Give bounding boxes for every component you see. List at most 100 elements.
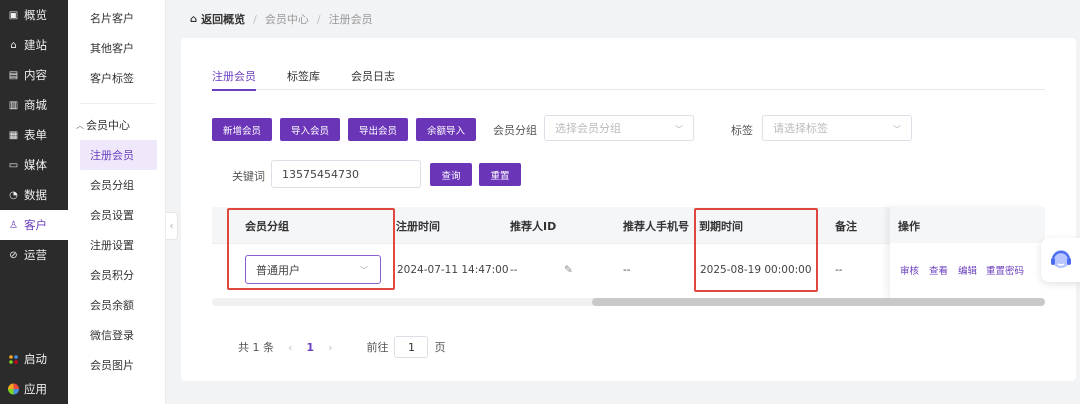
subnav-item-member-groups[interactable]: 会员分组 — [68, 170, 165, 200]
nav-item-label: 概览 — [24, 8, 47, 22]
home-icon: ⌂ — [190, 13, 198, 25]
nav-item-label: 建站 — [24, 38, 47, 52]
cell-referrer-phone: -- — [623, 264, 631, 276]
highlight-box-group — [227, 208, 395, 290]
nav-item-media[interactable]: ▭ 媒体 — [0, 150, 68, 180]
nav-item-launch[interactable]: 启动 — [0, 344, 68, 374]
nav-item-apps[interactable]: 应用 — [0, 374, 68, 404]
cell-remark: -- — [835, 264, 843, 276]
nav-item-form[interactable]: ▦ 表单 — [0, 120, 68, 150]
members-table: 会员分组 注册时间 推荐人ID 推荐人手机号 到期时间 备注 普通用户 ﹀ 20… — [212, 207, 1045, 298]
tab-tag-library[interactable]: 标签库 — [287, 68, 320, 90]
launch-icon — [8, 354, 19, 365]
tag-select[interactable]: 请选择标签 ﹀ — [762, 115, 912, 141]
import-member-button[interactable]: 导入会员 — [280, 118, 340, 141]
subnav-item-card-customer[interactable]: 名片客户 — [68, 3, 165, 33]
column-header-remark: 备注 — [835, 220, 857, 233]
breadcrumb-home[interactable]: ⌂ 返回概览 — [190, 11, 245, 27]
subnav-item-registration-settings[interactable]: 注册设置 — [68, 230, 165, 260]
chart-icon: ◔ — [9, 189, 18, 201]
nav-item-label: 媒体 — [24, 158, 47, 172]
subnav-item-member-settings[interactable]: 会员设置 — [68, 200, 165, 230]
add-member-button[interactable]: 新增会员 — [212, 118, 272, 141]
nav-item-label: 应用 — [24, 382, 47, 396]
tag-label: 标签 — [731, 124, 753, 137]
member-group-placeholder: 选择会员分组 — [555, 122, 621, 135]
cell-referrer-id: -- — [510, 264, 518, 276]
reset-button[interactable]: 重置 — [479, 163, 521, 186]
document-icon: ▤ — [8, 69, 19, 81]
nav-item-customer[interactable]: ♙ 客户 — [0, 210, 68, 240]
breadcrumb-current: 注册会员 — [328, 13, 373, 26]
subnav-item-member-images[interactable]: 会员图片 — [68, 350, 165, 380]
customer-support-button[interactable] — [1041, 238, 1080, 282]
action-review-link[interactable]: 审核 — [900, 263, 919, 277]
nav-item-label: 表单 — [24, 128, 47, 142]
column-header-actions: 操作 — [890, 207, 1045, 243]
cell-reg-time: 2024-07-11 14:47:00 — [397, 264, 509, 276]
subnav-group-member-center[interactable]: ︿ 会员中心 — [68, 110, 165, 140]
nav-item-label: 内容 — [24, 68, 47, 82]
tab-bar: 注册会员 标签库 会员日志 — [212, 68, 1045, 91]
breadcrumb-separator: / — [316, 12, 321, 26]
keyword-input[interactable]: 13575454730 — [271, 160, 421, 188]
action-reset-password-link[interactable]: 重置密码 — [986, 263, 1024, 277]
breadcrumb: ⌂ 返回概览 / 会员中心 / 注册会员 — [190, 11, 373, 27]
pagination-total: 共 1 条 — [238, 341, 274, 354]
nav-item-label: 商城 — [24, 98, 47, 112]
pagination-page-1[interactable]: 1 — [306, 341, 314, 354]
subnav-item-customer-tags[interactable]: 客户标签 — [68, 63, 165, 93]
main-nav: ▣ 概览 ⌂ 建站 ▤ 内容 ▥ 商城 ▦ 表单 ▭ 媒体 ◔ 数据 ♙ 客户 ⊘ 运营 启动 应… — [0, 0, 68, 404]
chevron-up-icon: ︿ — [76, 120, 84, 130]
subnav-item-other-customer[interactable]: 其他客户 — [68, 33, 165, 63]
nav-item-content[interactable]: ▤ 内容 — [0, 60, 68, 90]
breadcrumb-member-center[interactable]: 会员中心 — [265, 11, 309, 27]
horizontal-scrollbar[interactable] — [212, 298, 1045, 306]
apps-icon — [8, 383, 19, 395]
video-icon: ▭ — [8, 159, 19, 171]
breadcrumb-separator: / — [253, 12, 257, 26]
column-header-referrer-phone: 推荐人手机号 — [623, 220, 689, 233]
nav-item-overview[interactable]: ▣ 概览 — [0, 0, 68, 30]
tag-placeholder: 请选择标签 — [773, 122, 828, 135]
nav-item-label: 数据 — [24, 188, 47, 202]
nav-item-label: 客户 — [24, 218, 47, 232]
nav-item-label: 启动 — [24, 352, 47, 366]
chevron-right-icon[interactable]: › — [328, 341, 332, 354]
tab-registered-members[interactable]: 注册会员 — [212, 68, 256, 91]
pagination-goto-input[interactable]: 1 — [394, 336, 429, 358]
main-card: 注册会员 标签库 会员日志 新增会员 导入会员 导出会员 余额导入 会员分组 选… — [181, 38, 1076, 381]
chevron-down-icon: ﹀ — [675, 125, 683, 134]
nav-item-operation[interactable]: ⊘ 运营 — [0, 240, 68, 270]
collapse-subnav-handle[interactable]: ‹ — [166, 212, 178, 240]
nav-item-data[interactable]: ◔ 数据 — [0, 180, 68, 210]
dashboard-icon: ▣ — [8, 9, 19, 21]
highlight-box-expire-time — [694, 208, 818, 292]
balance-import-button[interactable]: 余额导入 — [416, 118, 476, 141]
home-icon: ⌂ — [10, 39, 17, 51]
tab-member-log[interactable]: 会员日志 — [351, 68, 395, 90]
action-edit-link[interactable]: 编辑 — [958, 263, 977, 277]
nav-item-mall[interactable]: ▥ 商城 — [0, 90, 68, 120]
export-member-button[interactable]: 导出会员 — [348, 118, 408, 141]
member-group-select[interactable]: 选择会员分组 ﹀ — [544, 115, 694, 141]
member-group-label: 会员分组 — [493, 124, 537, 137]
subnav-item-registered-members[interactable]: 注册会员 — [80, 140, 157, 170]
user-icon: ♙ — [9, 219, 18, 231]
cart-icon: ▥ — [8, 99, 19, 111]
sub-nav: 名片客户 其他客户 客户标签 ︿ 会员中心 注册会员 会员分组 会员设置 注册设… — [68, 0, 166, 404]
chevron-left-icon: ‹ — [169, 220, 174, 232]
chevron-left-icon[interactable]: ‹ — [288, 341, 292, 354]
column-header-reg-time: 注册时间 — [396, 220, 440, 233]
form-icon: ▦ — [8, 129, 19, 141]
search-button[interactable]: 查询 — [430, 163, 472, 186]
keyword-label: 关键词 — [232, 170, 265, 183]
scrollbar-thumb[interactable] — [592, 298, 1045, 306]
edit-pencil-icon[interactable]: ✎ — [564, 264, 573, 276]
subnav-item-member-points[interactable]: 会员积分 — [68, 260, 165, 290]
nav-item-site[interactable]: ⌂ 建站 — [0, 30, 68, 60]
subnav-item-member-balance[interactable]: 会员余额 — [68, 290, 165, 320]
action-view-link[interactable]: 查看 — [929, 263, 948, 277]
subnav-item-wechat-login[interactable]: 微信登录 — [68, 320, 165, 350]
chevron-down-icon: ﹀ — [893, 125, 901, 134]
